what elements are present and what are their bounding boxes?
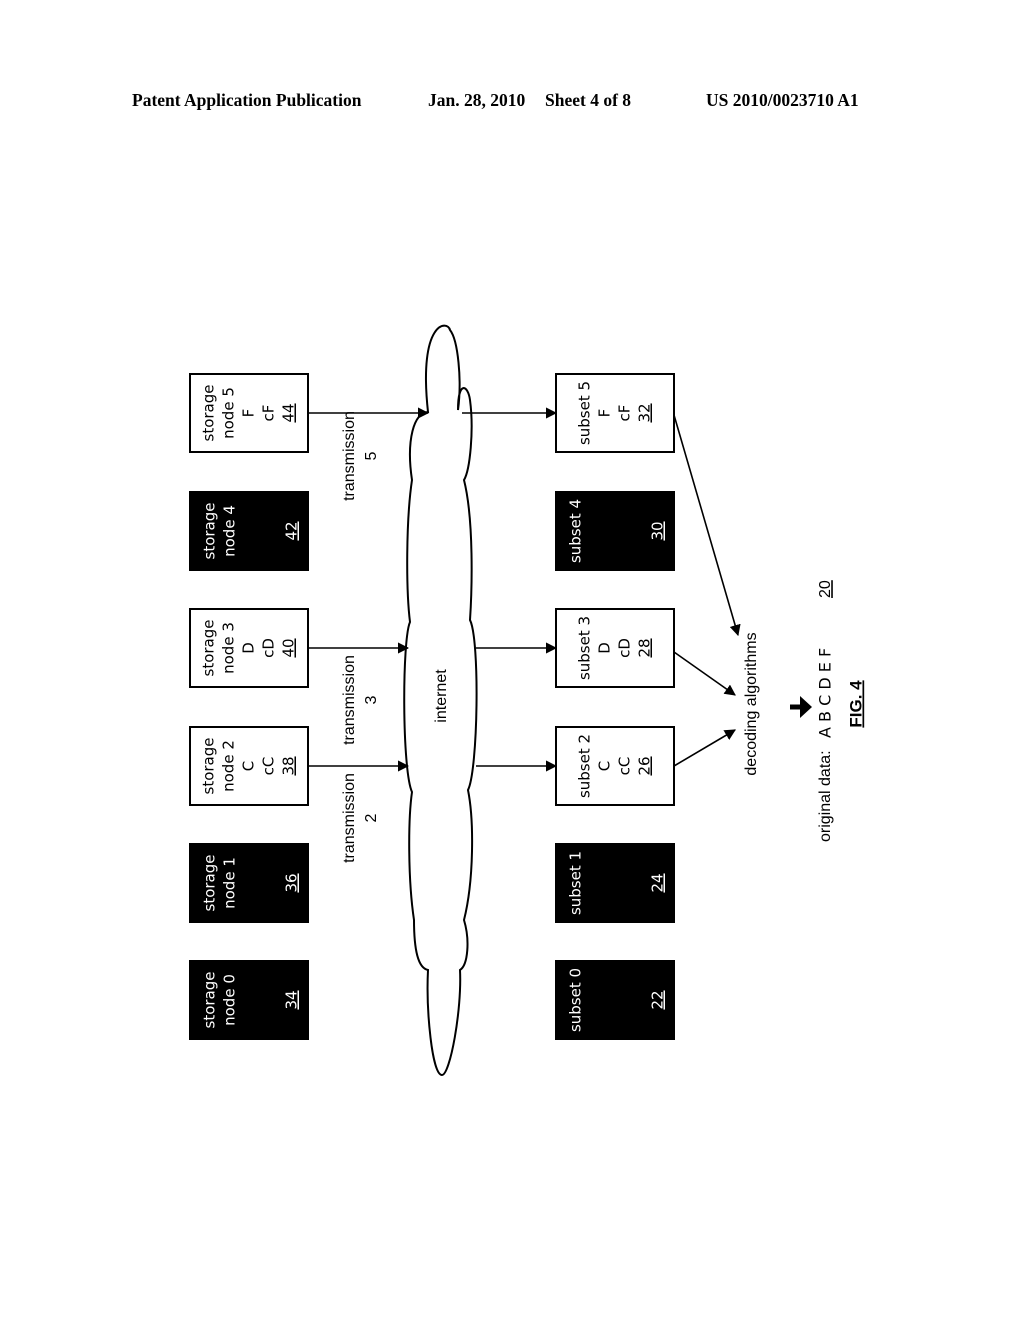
- subset-label: subset 0: [567, 968, 585, 1032]
- storage-node-1: storage node 1 36: [189, 843, 309, 923]
- storage-node-label: storage: [201, 855, 219, 912]
- storage-node-ref-numeral: 38: [280, 756, 298, 775]
- subset-ref-numeral: 30: [649, 521, 667, 540]
- storage-node-label: cF: [260, 405, 278, 422]
- subset-label: C: [596, 761, 614, 771]
- subset-ref-numeral: 32: [636, 403, 654, 422]
- storage-node-label: node 2: [220, 740, 238, 792]
- storage-node-label: node 3: [220, 622, 238, 674]
- storage-node-ref-numeral: 44: [280, 403, 298, 422]
- storage-node-label: node 4: [221, 505, 239, 557]
- storage-node-label: cD: [260, 638, 278, 658]
- subset-ref-numeral: 28: [636, 638, 654, 657]
- storage-node-label: storage: [200, 385, 218, 442]
- subset-label: D: [596, 642, 614, 654]
- storage-node-label: node 1: [221, 857, 239, 909]
- storage-node-label: storage: [201, 503, 219, 560]
- storage-node-label: cC: [260, 757, 278, 776]
- storage-node-ref-numeral: 36: [283, 873, 301, 892]
- storage-node-label: storage: [200, 620, 218, 677]
- subset-1: subset 1 24: [555, 843, 675, 923]
- storage-node-label: F: [240, 409, 258, 418]
- decode-output-arrow-head: [800, 696, 812, 718]
- original-data-ref-numeral: 20: [817, 580, 834, 598]
- subset-label: cD: [616, 638, 634, 658]
- storage-node-label: D: [240, 642, 258, 654]
- subset-3: subset 3 DcD 28: [555, 608, 675, 688]
- subset-ref-numeral: 22: [649, 990, 667, 1009]
- storage-node-2: storage node 2 CcC 38: [189, 726, 309, 806]
- figure-label: FIG. 4: [846, 680, 865, 728]
- transmission-label: transmission: [341, 655, 358, 745]
- subset-5-to-decoder-arrow: [673, 414, 741, 637]
- storage-node-label: storage: [200, 738, 218, 795]
- storage-node-0: storage node 0 34: [189, 960, 309, 1040]
- subset-4: subset 4 30: [555, 491, 675, 571]
- subset-label: subset 2: [576, 734, 594, 798]
- transmission-number: 3: [363, 695, 380, 704]
- figure-4-diagram: storage node 0 34storage node 1 36storage nod…: [189, 324, 865, 1077]
- subset-0: subset 0 22: [555, 960, 675, 1040]
- storage-node-label: storage: [201, 972, 219, 1029]
- subset-ref-numeral: 26: [636, 756, 654, 775]
- subset-label: subset 1: [567, 851, 585, 915]
- subset-3-to-decoder-arrow: [673, 651, 736, 696]
- storage-node-3: storage node 3 DcD 40: [189, 608, 309, 688]
- original-data-label: original data:: [817, 750, 834, 842]
- subset-label: subset 3: [576, 616, 594, 680]
- transmission-number: 2: [363, 813, 380, 822]
- storage-node-label: node 5: [220, 387, 238, 439]
- subset-ref-numeral: 24: [649, 873, 667, 892]
- storage-node-label: C: [240, 761, 258, 771]
- storage-node-label: node 0: [221, 974, 239, 1026]
- subset-label: subset 4: [567, 499, 585, 563]
- subset-label: F: [596, 409, 614, 418]
- subset-label: cC: [616, 757, 634, 776]
- transmission-number: 5: [363, 451, 380, 460]
- storage-node-ref-numeral: 34: [283, 990, 301, 1009]
- storage-node-ref-numeral: 40: [280, 638, 298, 657]
- subset-label: cF: [616, 405, 634, 422]
- internet-label: internet: [433, 669, 450, 723]
- transmission-label: transmission: [341, 411, 358, 501]
- subset-5: subset 5 FcF 32: [555, 373, 675, 453]
- storage-node-4: storage node 4 42: [189, 491, 309, 571]
- storage-node-5: storage node 5 FcF 44: [189, 373, 309, 453]
- decoding-algorithms-label: decoding algorithms: [743, 632, 760, 775]
- subset-2: subset 2 CcC 26: [555, 726, 675, 806]
- original-data-letters: A B C D E F: [816, 648, 835, 738]
- subset-label: subset 5: [576, 381, 594, 445]
- storage-node-ref-numeral: 42: [283, 521, 301, 540]
- transmission-label: transmission: [341, 773, 358, 863]
- subset-2-to-decoder-arrow: [673, 729, 736, 767]
